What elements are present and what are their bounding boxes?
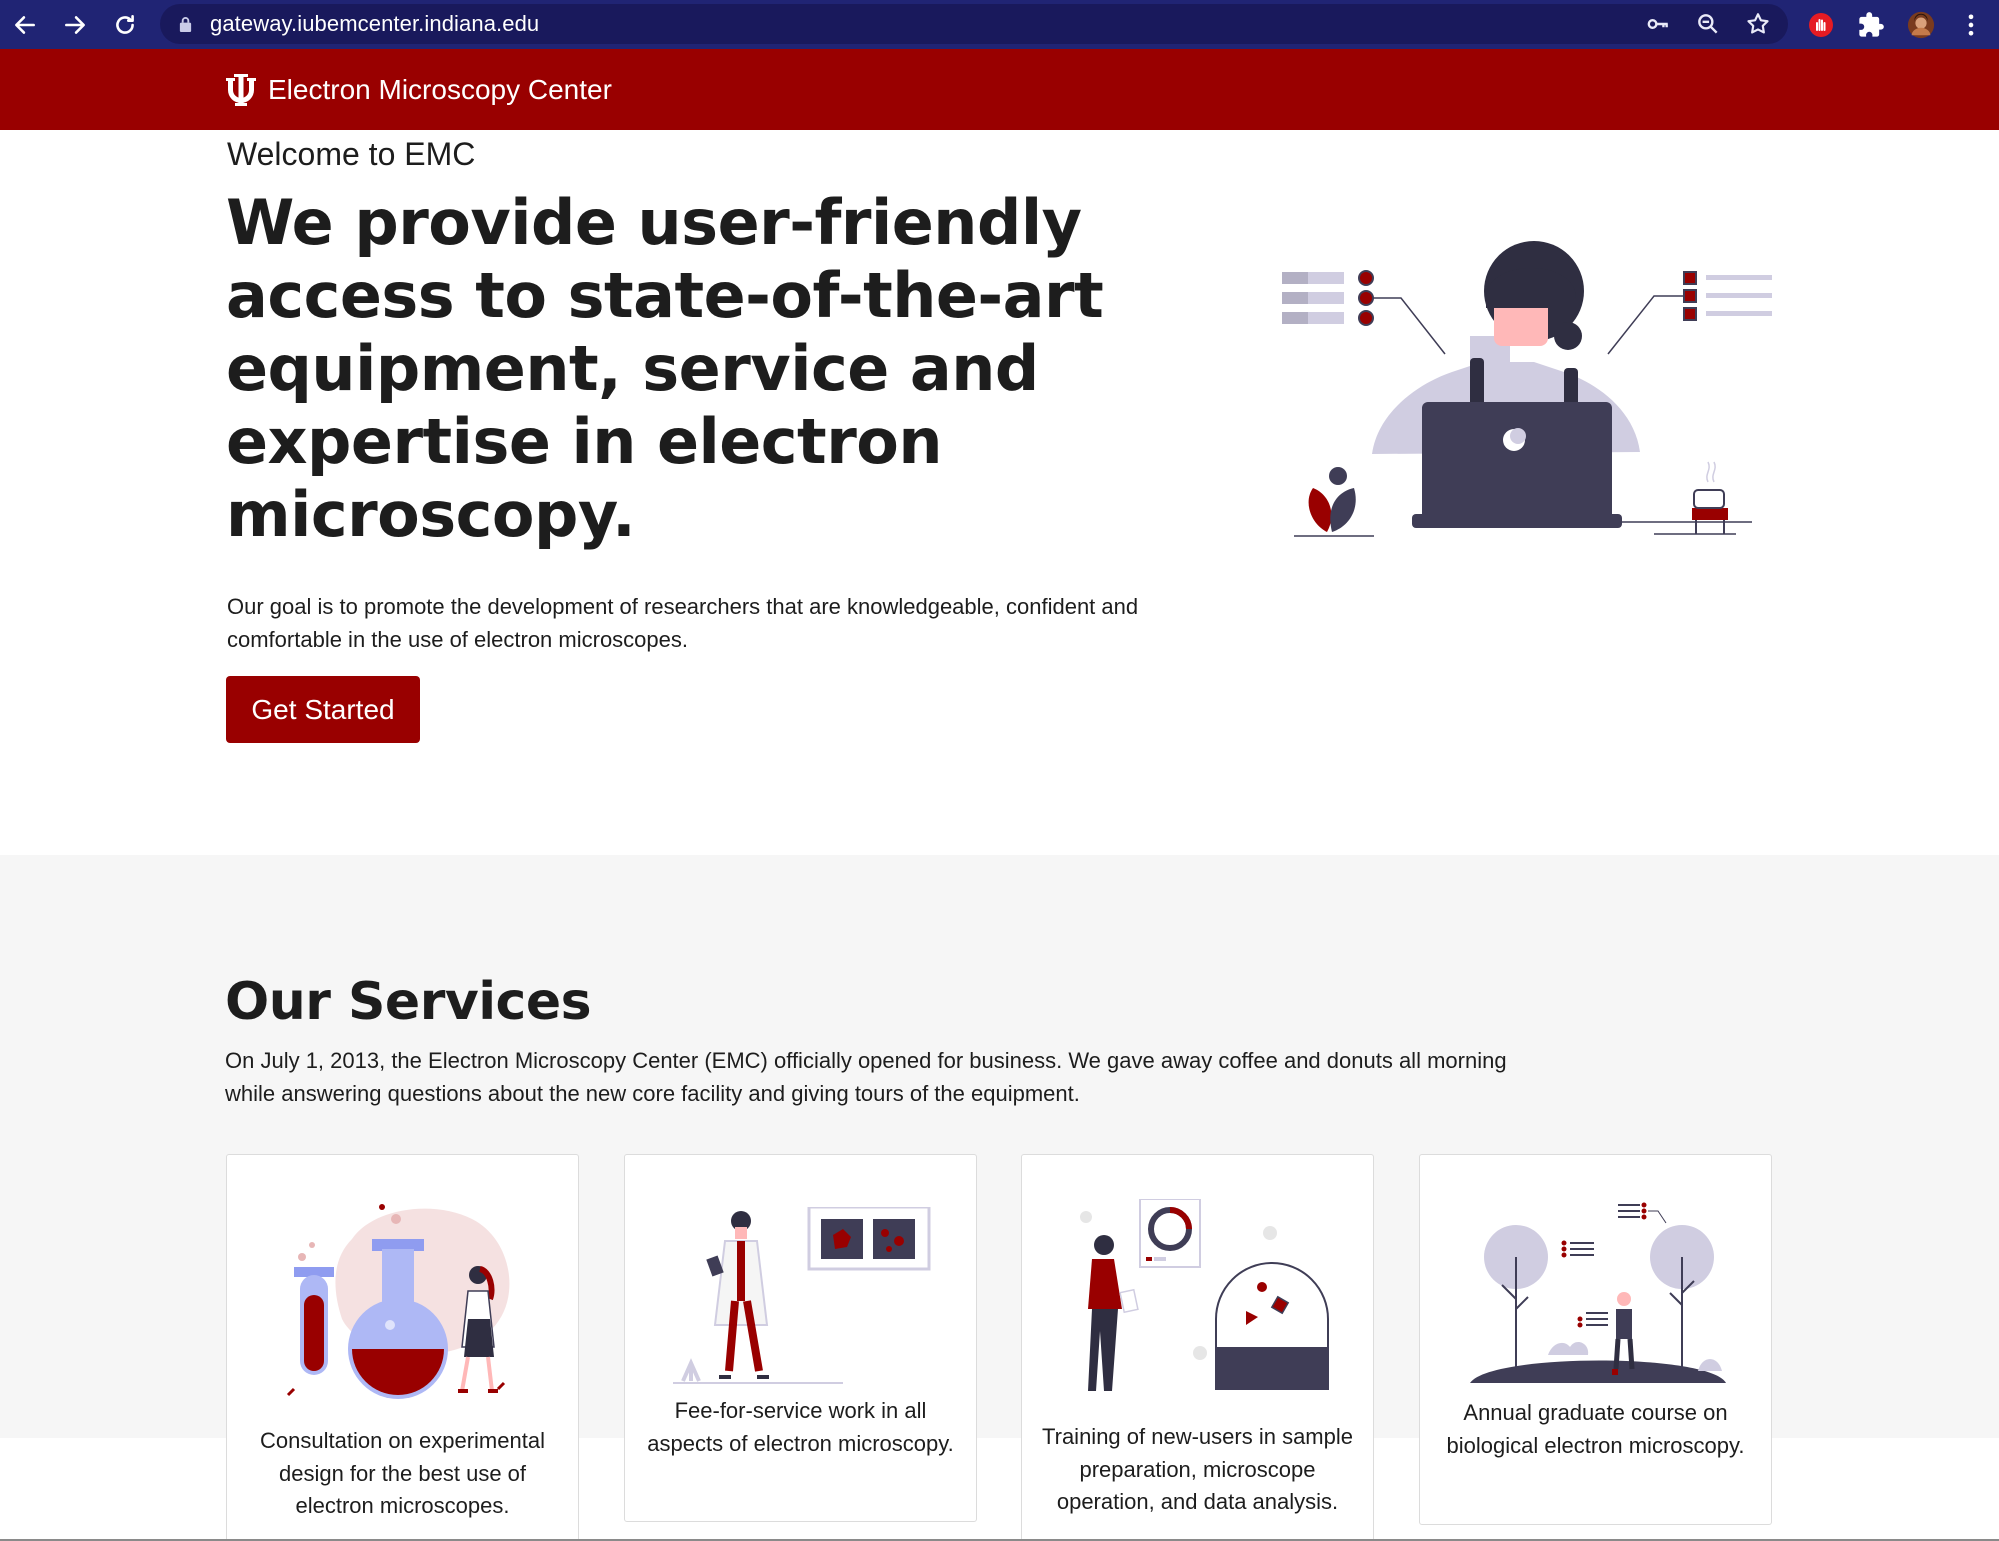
bookmark-star-icon[interactable] <box>1742 8 1774 40</box>
hero-description: Our goal is to promote the development o… <box>227 594 1139 652</box>
back-button[interactable] <box>0 0 50 49</box>
forward-button[interactable] <box>50 0 100 49</box>
back-arrow-icon <box>15 15 35 34</box>
park-scene-illustration <box>1470 1202 1726 1383</box>
training-dome-illustration <box>1080 1199 1329 1391</box>
profile-avatar[interactable] <box>1905 9 1937 41</box>
reload-button[interactable] <box>100 0 150 49</box>
reload-icon <box>116 14 134 34</box>
forward-arrow-icon <box>65 15 85 34</box>
brand-name: Electron Microscopy Center <box>268 73 612 105</box>
service-card-fee-for-service[interactable]: Fee-for-service work in all aspects of e… <box>624 1154 977 1522</box>
service-card-text: Consultation on experimental design for … <box>260 1428 545 1518</box>
service-card-consultation[interactable]: Consultation on experimental design for … <box>226 1154 579 1541</box>
stop-extension-icon[interactable] <box>1805 9 1837 41</box>
site-header: Electron Microscopy Center <box>0 49 1999 130</box>
key-icon[interactable] <box>1642 8 1674 40</box>
service-card-text: Training of new-users in sample preparat… <box>1042 1424 1353 1514</box>
browser-toolbar: gateway.iubemcenter.indiana.edu <box>0 0 1999 49</box>
extensions-puzzle-icon[interactable] <box>1855 9 1887 41</box>
browser-menu-icon[interactable] <box>1955 9 1987 41</box>
brand-link[interactable]: Electron Microscopy Center <box>226 49 612 130</box>
service-card-text: Fee-for-service work in all aspects of e… <box>647 1398 954 1456</box>
service-card-text: Annual graduate course on biological ele… <box>1446 1400 1745 1458</box>
hero-kicker: Welcome to EMC <box>227 136 476 172</box>
lab-flask-illustration <box>286 1204 510 1399</box>
doctor-images-illustration <box>673 1207 931 1384</box>
services-description: On July 1, 2013, the Electron Microscopy… <box>225 1048 1507 1106</box>
url-text: gateway.iubemcenter.indiana.edu <box>210 11 540 36</box>
zoom-icon[interactable] <box>1692 8 1724 40</box>
hero-title: We provide user-friendly access to state… <box>226 186 1104 551</box>
service-card-graduate-course[interactable]: Annual graduate course on biological ele… <box>1419 1154 1772 1525</box>
services-title: Our Services <box>225 972 592 1032</box>
lock-icon <box>178 13 196 35</box>
address-bar[interactable]: gateway.iubemcenter.indiana.edu <box>160 4 1788 44</box>
hero-illustration-person-laptop <box>1282 241 1772 537</box>
service-card-training[interactable]: Training of new-users in sample preparat… <box>1021 1154 1374 1541</box>
iu-trident-logo-icon <box>226 73 256 106</box>
get-started-button[interactable]: Get Started <box>226 676 420 743</box>
